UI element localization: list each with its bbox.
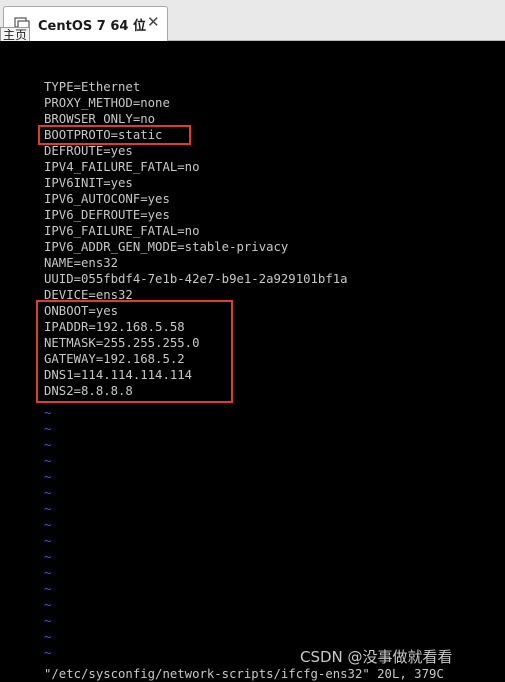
empty-line-tilde: ~ [44,550,52,564]
empty-line-tilde: ~ [44,406,52,420]
config-line: IPV6_ADDR_GEN_MODE=stable-privacy [44,240,289,254]
close-icon[interactable]: ✕ [147,13,160,31]
config-line: TYPE=Ethernet [44,80,141,94]
empty-line-tilde: ~ [44,566,52,580]
empty-line-tilde: ~ [44,534,52,548]
empty-line-tilde: ~ [44,502,52,516]
watermark: CSDN @没事做就看看 [300,648,453,666]
empty-line-tilde: ~ [44,614,52,628]
empty-line-tilde: ~ [44,630,52,644]
empty-line-tilde: ~ [44,422,52,436]
config-line: NAME=ens32 [44,256,119,270]
empty-line-tilde: ~ [44,582,52,596]
terminal-screen[interactable]: TYPE=Ethernet PROXY_METHOD=none BROWSER_ON… [0,41,505,681]
vim-status-line: "/etc/sysconfig/network-scripts/ifcfg-en… [44,667,444,681]
empty-line-tilde: ~ [44,438,52,452]
config-line: UUID=055fbdf4-7e1b-42e7-b9e1-2a929101bf1… [44,272,348,286]
config-line: IPV6_AUTOCONF=yes [44,192,170,206]
highlight-network-settings [36,300,233,403]
empty-line-tilde: ~ [44,470,52,484]
config-line: DEFROUTE=yes [44,144,133,158]
config-line: IPV4_FAILURE_FATAL=no [44,160,200,174]
config-line: IPV6_DEFROUTE=yes [44,208,170,222]
title-bar: CentOS 7 64 位 ✕ 主页 [0,0,505,44]
config-line: IPV6INIT=yes [44,176,133,190]
empty-line-tilde: ~ [44,454,52,468]
highlight-bootproto [38,125,191,145]
config-line: PROXY_METHOD=none [44,96,170,110]
empty-line-tilde: ~ [44,486,52,500]
empty-line-tilde: ~ [44,518,52,532]
tab-title: CentOS 7 64 位 [38,19,146,34]
empty-line-tilde: ~ [44,598,52,612]
config-line: IPV6_FAILURE_FATAL=no [44,224,200,238]
empty-line-tilde: ~ [44,646,52,660]
